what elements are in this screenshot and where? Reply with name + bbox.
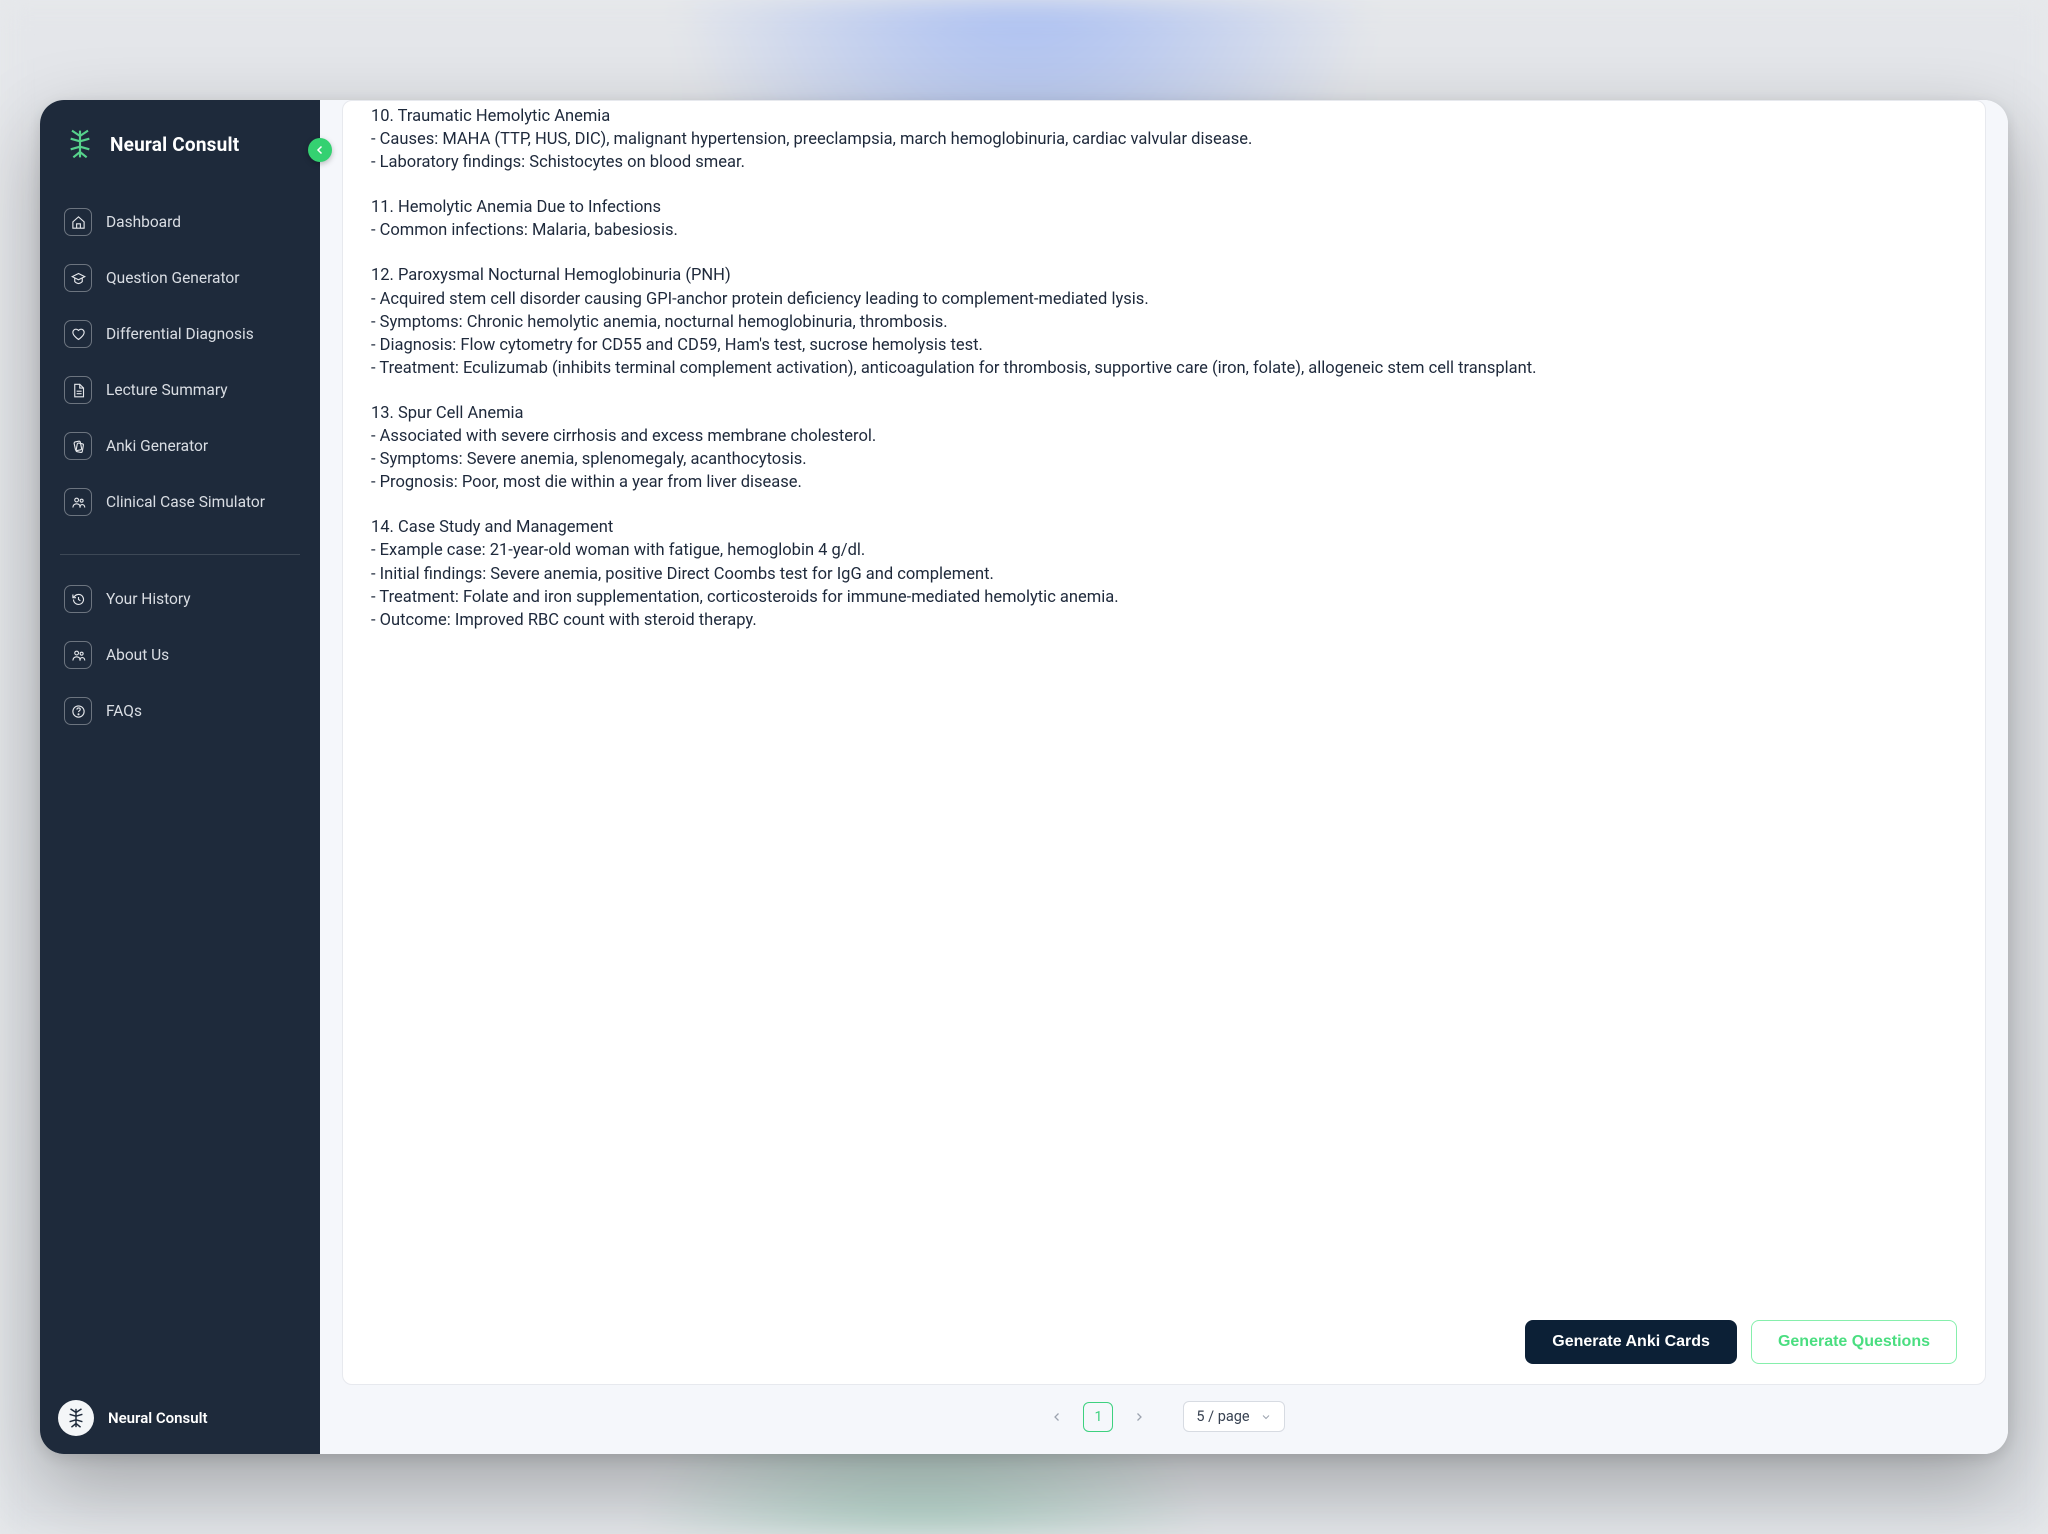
brand-title: Neural Consult: [110, 133, 239, 156]
pagination-next[interactable]: [1125, 1403, 1153, 1431]
sidebar-item-label: Anki Generator: [106, 437, 208, 455]
sidebar-item-your-history[interactable]: Your History: [52, 571, 308, 627]
sidebar-item-label: Your History: [106, 590, 191, 608]
sidebar-item-question-generator[interactable]: Question Generator: [52, 250, 308, 306]
content-section: 11. Hemolytic Anemia Due to Infections -…: [371, 196, 1957, 242]
page-size-select[interactable]: 5 / page: [1183, 1401, 1284, 1432]
help-icon: [64, 697, 92, 725]
cards-icon: [64, 432, 92, 460]
sidebar: Neural Consult Dashboard Question Generat…: [40, 100, 320, 1454]
sidebar-item-faqs[interactable]: FAQs: [52, 683, 308, 739]
content-section: 13. Spur Cell Anemia - Associated with s…: [371, 402, 1957, 494]
heart-icon: [64, 320, 92, 348]
sidebar-item-label: FAQs: [106, 702, 142, 720]
action-bar: Generate Anki Cards Generate Questions: [343, 1314, 1985, 1364]
sidebar-collapse-button[interactable]: [308, 138, 332, 162]
summary-content: 10. Traumatic Hemolytic Anemia - Causes:…: [343, 101, 1985, 654]
app-window: Neural Consult Dashboard Question Generat…: [40, 100, 2008, 1454]
sidebar-item-about-us[interactable]: About Us: [52, 627, 308, 683]
sidebar-item-label: Clinical Case Simulator: [106, 493, 265, 511]
sidebar-item-label: Differential Diagnosis: [106, 325, 254, 343]
content-section: 10. Traumatic Hemolytic Anemia - Causes:…: [371, 105, 1957, 174]
nav-divider: [60, 554, 300, 555]
summary-card: 10. Traumatic Hemolytic Anemia - Causes:…: [342, 100, 1986, 1385]
cap-icon: [64, 264, 92, 292]
sidebar-footer: Neural Consult: [40, 1388, 320, 1436]
pagination-page-1[interactable]: 1: [1083, 1402, 1113, 1432]
content-section: 14. Case Study and Management - Example …: [371, 516, 1957, 631]
main: 10. Traumatic Hemolytic Anemia - Causes:…: [320, 100, 2008, 1454]
page-size-label: 5 / page: [1196, 1408, 1249, 1425]
nav-secondary: Your History About Us FAQs: [40, 565, 320, 753]
sidebar-item-differential-diagnosis[interactable]: Differential Diagnosis: [52, 306, 308, 362]
pagination: 1 5 / page: [342, 1385, 1986, 1432]
people-icon: [64, 488, 92, 516]
history-icon: [64, 585, 92, 613]
sidebar-item-label: Lecture Summary: [106, 381, 228, 399]
people-icon: [64, 641, 92, 669]
sidebar-item-label: Question Generator: [106, 269, 239, 287]
sidebar-item-label: About Us: [106, 646, 169, 664]
home-icon: [64, 208, 92, 236]
brand: Neural Consult: [40, 128, 320, 188]
generate-anki-button[interactable]: Generate Anki Cards: [1525, 1320, 1737, 1364]
content-section: 12. Paroxysmal Nocturnal Hemoglobinuria …: [371, 264, 1957, 379]
sidebar-item-anki-generator[interactable]: Anki Generator: [52, 418, 308, 474]
footer-name: Neural Consult: [108, 1409, 208, 1427]
avatar: [58, 1400, 94, 1436]
sidebar-item-lecture-summary[interactable]: Lecture Summary: [52, 362, 308, 418]
pagination-prev[interactable]: [1043, 1403, 1071, 1431]
sidebar-item-clinical-case-simulator[interactable]: Clinical Case Simulator: [52, 474, 308, 530]
generate-questions-button[interactable]: Generate Questions: [1751, 1320, 1957, 1364]
nav-primary: Dashboard Question Generator Differential …: [40, 188, 320, 544]
logo-icon: [64, 128, 96, 160]
file-icon: [64, 376, 92, 404]
sidebar-item-dashboard[interactable]: Dashboard: [52, 194, 308, 250]
sidebar-item-label: Dashboard: [106, 213, 181, 231]
